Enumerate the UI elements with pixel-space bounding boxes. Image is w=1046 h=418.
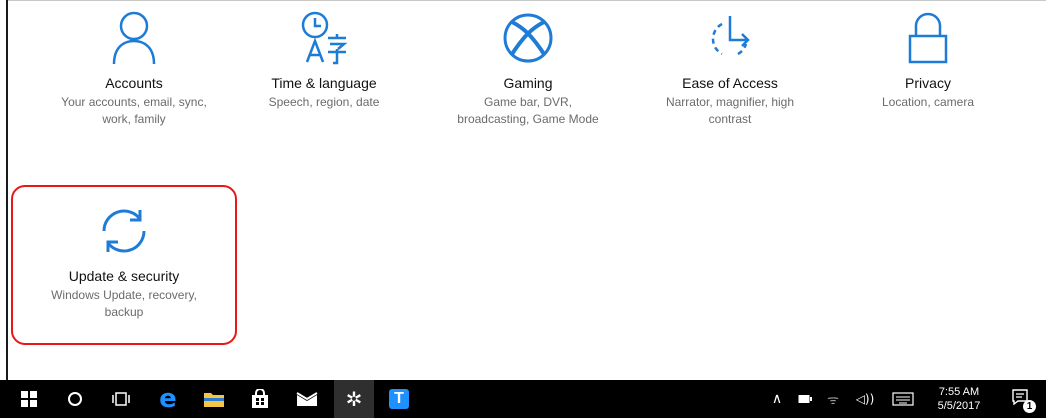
lock-icon bbox=[908, 12, 948, 64]
store-icon bbox=[252, 389, 268, 408]
tile-update-security[interactable]: Update & security Windows Update, recove… bbox=[24, 203, 224, 321]
tile-title: Accounts bbox=[105, 75, 163, 91]
clock[interactable]: 7:55 AM 5/5/2017 bbox=[928, 380, 990, 418]
cortana-icon bbox=[68, 392, 82, 406]
network-button[interactable]: ᯤ bbox=[822, 380, 844, 418]
time-language-icon bbox=[301, 11, 348, 65]
ease-of-access-icon bbox=[711, 16, 750, 56]
task-view-button[interactable] bbox=[104, 380, 138, 418]
tile-description: Location, camera bbox=[881, 95, 975, 109]
tile-ease-of-access[interactable]: Ease of Access Narrator, magnifier, high… bbox=[630, 10, 830, 128]
tile-description: Game bar, DVR, broadcasting, Game Mode bbox=[457, 95, 599, 126]
volume-button[interactable]: ◁)) bbox=[852, 380, 878, 418]
person-icon bbox=[112, 11, 156, 65]
app-t-icon: T bbox=[389, 389, 409, 409]
tile-time-language[interactable]: Time & language Speech, region, date bbox=[224, 10, 424, 111]
window-top-border bbox=[6, 0, 1046, 1]
tile-title: Gaming bbox=[503, 75, 553, 91]
edge-icon: e bbox=[159, 384, 177, 414]
store-button[interactable] bbox=[242, 380, 278, 418]
window-left-border bbox=[6, 0, 8, 380]
clock-date: 5/5/2017 bbox=[937, 400, 981, 412]
mail-button[interactable] bbox=[288, 380, 326, 418]
task-view-icon bbox=[112, 392, 130, 406]
show-hidden-icons-button[interactable]: ∧ bbox=[766, 380, 788, 418]
tile-title: Ease of Access bbox=[682, 75, 778, 91]
tile-title: Update & security bbox=[68, 268, 180, 284]
windows-start-icon bbox=[21, 391, 37, 407]
sync-icon bbox=[102, 209, 146, 253]
tile-description: Windows Update, recovery, backup bbox=[51, 288, 197, 319]
wifi-icon: ᯤ bbox=[827, 393, 839, 408]
notification-count-badge: 1 bbox=[1023, 400, 1036, 413]
app-t-button[interactable]: T bbox=[380, 380, 418, 418]
action-center-button[interactable]: 1 bbox=[1004, 380, 1040, 418]
action-center-icon: 1 bbox=[1012, 389, 1036, 413]
keyboard-icon bbox=[892, 392, 914, 406]
mail-icon bbox=[296, 392, 318, 406]
file-explorer-button[interactable] bbox=[196, 380, 232, 418]
file-explorer-icon bbox=[204, 393, 224, 407]
tile-description: Narrator, magnifier, high contrast bbox=[665, 95, 795, 126]
touch-keyboard-button[interactable] bbox=[886, 380, 920, 418]
xbox-icon bbox=[503, 13, 553, 63]
battery-icon bbox=[798, 395, 812, 403]
battery-button[interactable] bbox=[794, 380, 816, 418]
tile-privacy[interactable]: Privacy Location, camera bbox=[828, 10, 1028, 111]
tile-description: Your accounts, email, sync, work, family bbox=[61, 95, 207, 126]
settings-icon: ✲ bbox=[345, 387, 363, 411]
tile-title: Time & language bbox=[271, 75, 377, 91]
tile-accounts[interactable]: Accounts Your accounts, email, sync, work… bbox=[34, 10, 234, 128]
start-button[interactable] bbox=[10, 380, 48, 418]
volume-icon: ◁)) bbox=[855, 392, 875, 406]
tile-title: Privacy bbox=[905, 75, 951, 91]
chevron-up-icon: ∧ bbox=[771, 391, 783, 407]
taskbar: e ✲ T ∧ ᯤ ◁)) 7:55 AM 5/5/2017 1 bbox=[0, 380, 1046, 418]
tile-gaming[interactable]: Gaming Game bar, DVR, broadcasting, Game … bbox=[428, 10, 628, 128]
settings-button[interactable]: ✲ bbox=[334, 380, 374, 418]
edge-button[interactable]: e bbox=[150, 380, 186, 418]
tile-description: Speech, region, date bbox=[268, 95, 380, 109]
clock-time: 7:55 AM bbox=[938, 386, 980, 398]
cortana-button[interactable] bbox=[58, 380, 92, 418]
